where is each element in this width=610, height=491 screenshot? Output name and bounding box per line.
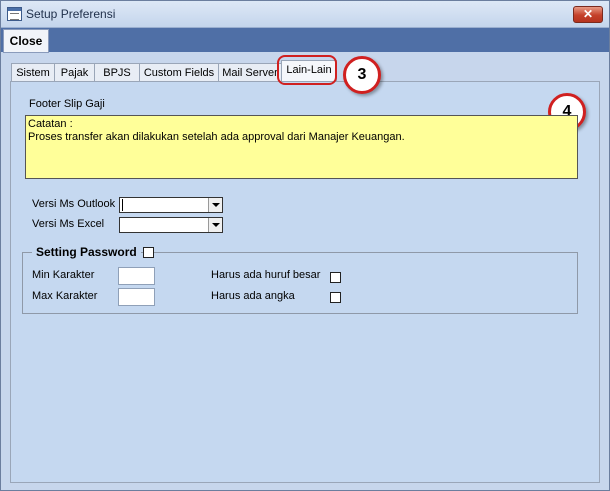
tab-sistem[interactable]: Sistem <box>11 63 55 82</box>
setting-password-checkbox[interactable] <box>143 247 154 258</box>
command-toolbar: Close <box>1 28 609 53</box>
setting-password-group <box>22 252 578 314</box>
min-karakter-input[interactable] <box>118 267 155 285</box>
tab-pajak[interactable]: Pajak <box>54 63 95 82</box>
chevron-down-icon[interactable] <box>208 198 222 212</box>
tab-mail-server[interactable]: Mail Server <box>218 63 282 82</box>
close-button[interactable]: Close <box>3 29 49 53</box>
versi-excel-combo[interactable] <box>119 217 223 233</box>
angka-label: Harus ada angka <box>211 290 295 302</box>
window-title: Setup Preferensi <box>26 7 116 21</box>
form-icon <box>7 7 22 21</box>
footer-line-2: Proses transfer akan dilakukan setelah a… <box>28 131 405 143</box>
versi-outlook-label: Versi Ms Outlook <box>32 198 116 210</box>
text-caret <box>122 199 123 211</box>
callout-3: 3 <box>343 56 381 94</box>
max-karakter-label: Max Karakter <box>32 290 98 302</box>
max-karakter-input[interactable] <box>118 288 155 306</box>
angka-checkbox[interactable] <box>330 292 341 303</box>
tab-bpjs[interactable]: BPJS <box>94 63 140 82</box>
huruf-besar-checkbox[interactable] <box>330 272 341 283</box>
huruf-besar-label: Harus ada huruf besar <box>211 269 321 281</box>
footer-line-1: Catatan : <box>28 118 73 130</box>
title-bar[interactable]: Setup Preferensi ✕ <box>1 1 609 28</box>
footer-slip-gaji-field[interactable]: Catatan : Proses transfer akan dilakukan… <box>25 115 578 179</box>
tab-highlight-marker <box>277 55 337 85</box>
close-x-icon: ✕ <box>582 7 594 21</box>
window-close-button[interactable]: ✕ <box>573 6 603 23</box>
chevron-down-icon[interactable] <box>208 218 222 232</box>
versi-excel-label: Versi Ms Excel <box>32 218 105 230</box>
footer-slip-gaji-label: Footer Slip Gaji <box>29 98 105 110</box>
setting-password-title: Setting Password <box>32 245 141 259</box>
versi-outlook-combo[interactable] <box>119 197 223 213</box>
min-karakter-label: Min Karakter <box>32 269 95 281</box>
tab-custom-fields[interactable]: Custom Fields <box>139 63 219 82</box>
